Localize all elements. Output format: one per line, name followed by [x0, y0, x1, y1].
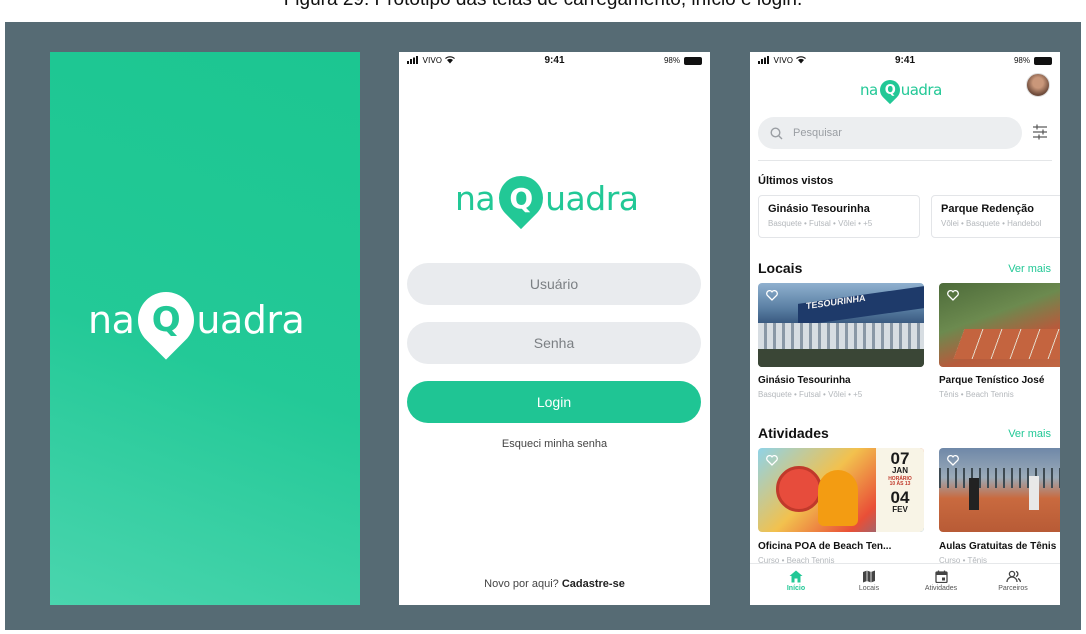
home-icon	[789, 570, 803, 583]
heart-icon[interactable]	[947, 290, 959, 301]
activity-card-title[interactable]: Aulas Gratuitas de Tênis	[939, 541, 1056, 552]
logo-pin-letter: Q	[509, 181, 533, 215]
battery: 98%	[1014, 56, 1052, 65]
logo-pin-letter: Q	[152, 300, 181, 340]
logo-text-left: na	[860, 81, 878, 99]
player-silhouette	[969, 478, 979, 510]
location-pin-icon: Q	[126, 280, 206, 360]
login-logo: na Q uadra	[455, 166, 639, 230]
place-photo[interactable]	[939, 283, 1060, 367]
recent-card[interactable]: Parque Redenção Vôlei • Basquete • Hande…	[931, 195, 1060, 238]
tab-atividades[interactable]: Atividades	[905, 570, 977, 592]
recent-card[interactable]: Ginásio Tesourinha Basquete • Futsal • V…	[758, 195, 920, 238]
location-pin-icon: Q	[875, 75, 904, 105]
poster-month-1: JAN	[891, 466, 908, 475]
recent-section-title: Últimos vistos	[758, 175, 834, 187]
place-card-sports: Tênis • Beach Tennis	[939, 390, 1014, 399]
logo-text-left: na	[455, 178, 496, 218]
places-section-title: Locais	[758, 260, 803, 276]
forgot-password-link[interactable]: Esqueci minha senha	[399, 438, 710, 450]
tab-label: Início	[786, 585, 806, 592]
poster-day-2: 04	[890, 488, 910, 507]
divider	[758, 160, 1052, 161]
poster-dates: 07 JAN HORÁRIO 10 ÀS 13 04 FEV	[876, 448, 924, 532]
battery: 98%	[664, 56, 702, 65]
recent-card-sports: Vôlei • Basquete • Handebol	[941, 219, 1042, 228]
logo-pin-letter: Q	[884, 82, 895, 98]
filter-icon[interactable]	[1032, 124, 1048, 140]
map-icon	[863, 570, 875, 583]
ground	[758, 349, 924, 367]
people-icon	[1005, 570, 1021, 583]
player-illustration	[818, 470, 858, 526]
logo-text-right: uadra	[900, 81, 943, 99]
fence	[939, 468, 1060, 488]
logo-text-right: uadra	[196, 298, 305, 342]
activity-poster[interactable]: 07 JAN HORÁRIO 10 ÀS 13 04 FEV	[758, 448, 924, 532]
status-bar: VIVO 9:41 98%	[750, 52, 1060, 70]
home-screen: VIVO 9:41 98% na Q uadra Pesquisar Últim…	[750, 52, 1060, 605]
clay-court	[953, 329, 1060, 359]
login-button[interactable]: Login	[407, 381, 701, 423]
heart-icon[interactable]	[766, 455, 778, 466]
player-silhouette	[1029, 476, 1039, 510]
recent-card-title: Parque Redenção	[941, 203, 1034, 215]
search-icon	[770, 126, 783, 139]
header-logo: na Q uadra	[860, 75, 943, 105]
username-input[interactable]: Usuário	[407, 263, 701, 305]
battery-icon	[684, 56, 702, 65]
signup-link[interactable]: Cadastre-se	[562, 578, 625, 590]
poster-month-2: FEV	[892, 505, 908, 514]
splash-screen: na Q uadra	[50, 52, 360, 605]
battery-level: 98%	[1013, 56, 1030, 65]
signup-prompt: Novo por aqui? Cadastre-se	[399, 578, 710, 590]
heart-icon[interactable]	[766, 290, 778, 301]
activities-see-more-link[interactable]: Ver mais	[1008, 428, 1051, 440]
logo-text-right: uadra	[545, 178, 639, 218]
heart-icon[interactable]	[947, 455, 959, 466]
place-card-sports: Basquete • Futsal • Vôlei • +5	[758, 390, 863, 399]
status-bar: VIVO 9:41 98%	[399, 52, 710, 70]
password-input[interactable]: Senha	[407, 322, 701, 364]
battery-icon	[1034, 56, 1052, 65]
places-see-more-link[interactable]: Ver mais	[1008, 263, 1051, 275]
place-card-title[interactable]: Parque Tenístico José	[939, 375, 1044, 386]
battery-level: 98%	[663, 56, 680, 65]
figure-caption: Figura 29: Protótipo das telas de carreg…	[0, 0, 1086, 11]
splash-logo: na Q uadra	[88, 280, 305, 360]
signup-prefix: Novo por aqui?	[484, 578, 559, 590]
recent-card-sports: Basquete • Futsal • Vôlei • +5	[768, 219, 873, 228]
bottom-tab-bar: Início Locais Atividades Parceiros	[750, 563, 1060, 605]
activities-section-title: Atividades	[758, 425, 829, 441]
poster-day-1: 07	[890, 449, 910, 468]
paddle-illustration	[776, 466, 822, 512]
tab-inicio[interactable]: Início	[760, 570, 832, 592]
activity-photo[interactable]	[939, 448, 1060, 532]
building-facade	[758, 323, 924, 349]
poster-time: 10 ÀS 13	[889, 481, 911, 487]
tab-label: Atividades	[924, 585, 958, 592]
location-pin-icon: Q	[490, 166, 553, 230]
search-input[interactable]: Pesquisar	[758, 117, 1022, 149]
logo-text-left: na	[88, 298, 135, 342]
tab-label: Parceiros	[998, 585, 1028, 592]
user-avatar[interactable]	[1026, 73, 1050, 97]
activity-card-title[interactable]: Oficina POA de Beach Ten...	[758, 541, 891, 552]
search-placeholder: Pesquisar	[793, 127, 842, 139]
tab-parceiros[interactable]: Parceiros	[977, 570, 1049, 592]
tab-locais[interactable]: Locais	[833, 570, 905, 592]
place-photo[interactable]: TESOURINHA	[758, 283, 924, 367]
calendar-icon	[934, 570, 948, 583]
place-card-title[interactable]: Ginásio Tesourinha	[758, 375, 851, 386]
tab-label: Locais	[858, 585, 880, 592]
recent-card-title: Ginásio Tesourinha	[768, 203, 870, 215]
login-screen: VIVO 9:41 98% na Q uadra Usuário Senha L…	[399, 52, 710, 605]
